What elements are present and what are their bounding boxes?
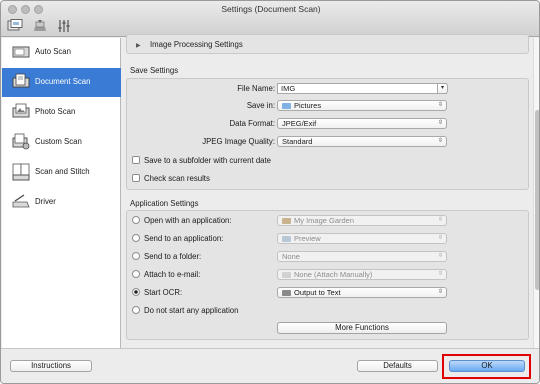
send-to-folder-select[interactable]: None ⇳: [277, 251, 447, 262]
send-to-app-radio[interactable]: [132, 234, 140, 242]
start-ocr-value: Output to Text: [294, 288, 341, 297]
sidebar-item-document-scan[interactable]: Document Scan: [2, 68, 121, 97]
save-in-label: Save in:: [246, 101, 275, 110]
attach-email-select[interactable]: None (Attach Manually) ⇳: [277, 269, 447, 280]
image-processing-section: ▶ Image Processing Settings: [126, 34, 529, 54]
save-in-value: Pictures: [294, 101, 322, 110]
start-ocr-label[interactable]: Start OCR:: [144, 288, 182, 297]
chevron-updown-icon: ⇳: [437, 289, 443, 295]
chevron-updown-icon: ⇳: [437, 235, 443, 241]
send-to-app-select[interactable]: Preview ⇳: [277, 233, 447, 244]
save-settings-title: Save Settings: [130, 66, 179, 75]
open-with-app-label[interactable]: Open with an application:: [144, 216, 232, 225]
document-scan-icon: [12, 73, 30, 91]
chevron-updown-icon: ⇳: [437, 102, 443, 108]
sidebar-item-custom-scan[interactable]: Custom Scan: [2, 128, 121, 157]
sidebar-item-photo-scan[interactable]: Photo Scan: [2, 98, 121, 127]
custom-scan-icon: [12, 133, 30, 151]
attach-email-label[interactable]: Attach to e-mail:: [144, 270, 200, 279]
chevron-updown-icon: ⇳: [437, 253, 443, 259]
send-to-app-label[interactable]: Send to an application:: [144, 234, 223, 243]
attach-email-radio[interactable]: [132, 270, 140, 278]
chevron-updown-icon: ⇳: [437, 271, 443, 277]
window-title: Settings (Document Scan): [221, 4, 321, 14]
title-bar: Settings (Document Scan): [1, 1, 539, 37]
scan-from-computer-icon[interactable]: [7, 19, 23, 33]
ocr-icon: [282, 290, 291, 296]
file-name-field[interactable]: IMG: [277, 83, 447, 94]
mail-icon: [282, 272, 291, 278]
file-name-label: File Name:: [237, 84, 275, 93]
no-app-label[interactable]: Do not start any application: [144, 306, 238, 315]
jpeg-quality-label: JPEG Image Quality:: [202, 137, 275, 146]
sidebar-item-label: Driver: [35, 197, 56, 206]
ok-highlight-frame: [442, 354, 531, 379]
sidebar-item-label: Auto Scan: [35, 47, 71, 56]
scrollbar-thumb[interactable]: [535, 110, 539, 290]
check-scan-results-label[interactable]: Check scan results: [144, 174, 210, 183]
send-to-folder-radio[interactable]: [132, 252, 140, 260]
preview-app-icon: [282, 236, 291, 242]
data-format-value: JPEG/Exif: [282, 119, 317, 128]
sidebar-item-scan-and-stitch[interactable]: Scan and Stitch: [2, 158, 121, 187]
driver-icon: [12, 193, 30, 211]
chevron-down-icon: ▾: [440, 85, 444, 91]
subfolder-checkbox[interactable]: [132, 156, 140, 164]
data-format-select[interactable]: JPEG/Exif ⇳: [277, 118, 447, 129]
start-ocr-select[interactable]: Output to Text ⇳: [277, 287, 447, 298]
send-to-folder-label[interactable]: Send to a folder:: [144, 252, 201, 261]
more-functions-button[interactable]: More Functions: [277, 322, 447, 334]
open-with-app-select[interactable]: My Image Garden ⇳: [277, 215, 447, 226]
photo-scan-icon: [12, 103, 30, 121]
send-to-folder-value: None: [282, 252, 300, 261]
sidebar-item-label: Document Scan: [35, 77, 91, 86]
application-settings-group: Open with an application: My Image Garde…: [126, 210, 529, 340]
settings-content: ▶ Image Processing Settings Save Setting…: [123, 34, 532, 348]
jpeg-quality-select[interactable]: Standard ⇳: [277, 136, 447, 147]
general-settings-icon[interactable]: [57, 19, 71, 33]
file-name-dropdown-button[interactable]: ▾: [437, 83, 448, 94]
save-in-select[interactable]: Pictures ⇳: [277, 100, 447, 111]
sidebar-item-label: Scan and Stitch: [35, 167, 90, 176]
data-format-label: Data Format:: [229, 119, 276, 128]
sidebar-item-auto-scan[interactable]: Auto Scan: [2, 38, 121, 67]
open-with-app-value: My Image Garden: [294, 216, 355, 225]
scanner-icon[interactable]: [33, 19, 47, 33]
image-processing-label[interactable]: Image Processing Settings: [150, 40, 243, 49]
chevron-updown-icon: ⇳: [437, 120, 443, 126]
no-app-radio[interactable]: [132, 306, 140, 314]
attach-email-value: None (Attach Manually): [294, 270, 373, 279]
start-ocr-radio[interactable]: [132, 288, 140, 296]
folder-icon: [282, 103, 291, 109]
settings-window: Settings (Document Scan) Auto Scan Docum…: [0, 0, 540, 384]
check-scan-results-checkbox[interactable]: [132, 174, 140, 182]
sidebar-item-driver[interactable]: Driver: [2, 188, 121, 217]
instructions-button[interactable]: Instructions: [10, 360, 92, 372]
scan-mode-sidebar: Auto Scan Document Scan Photo Scan Custo…: [2, 38, 121, 348]
application-settings-title: Application Settings: [130, 199, 199, 208]
disclosure-triangle-icon[interactable]: ▶: [136, 42, 141, 49]
chevron-updown-icon: ⇳: [437, 217, 443, 223]
open-with-app-radio[interactable]: [132, 216, 140, 224]
save-settings-group: File Name: IMG ▾ Save in: Pictures ⇳ Data…: [126, 78, 529, 190]
defaults-button[interactable]: Defaults: [357, 360, 438, 372]
scan-stitch-icon: [12, 163, 30, 181]
sidebar-item-label: Photo Scan: [35, 107, 76, 116]
chevron-updown-icon: ⇳: [437, 138, 443, 144]
jpeg-quality-value: Standard: [282, 137, 313, 146]
subfolder-label[interactable]: Save to a subfolder with current date: [144, 156, 271, 165]
sidebar-item-label: Custom Scan: [35, 137, 82, 146]
vertical-scrollbar[interactable]: [533, 38, 539, 348]
auto-scan-icon: [12, 43, 30, 61]
send-to-app-value: Preview: [294, 234, 321, 243]
app-icon: [282, 218, 291, 224]
